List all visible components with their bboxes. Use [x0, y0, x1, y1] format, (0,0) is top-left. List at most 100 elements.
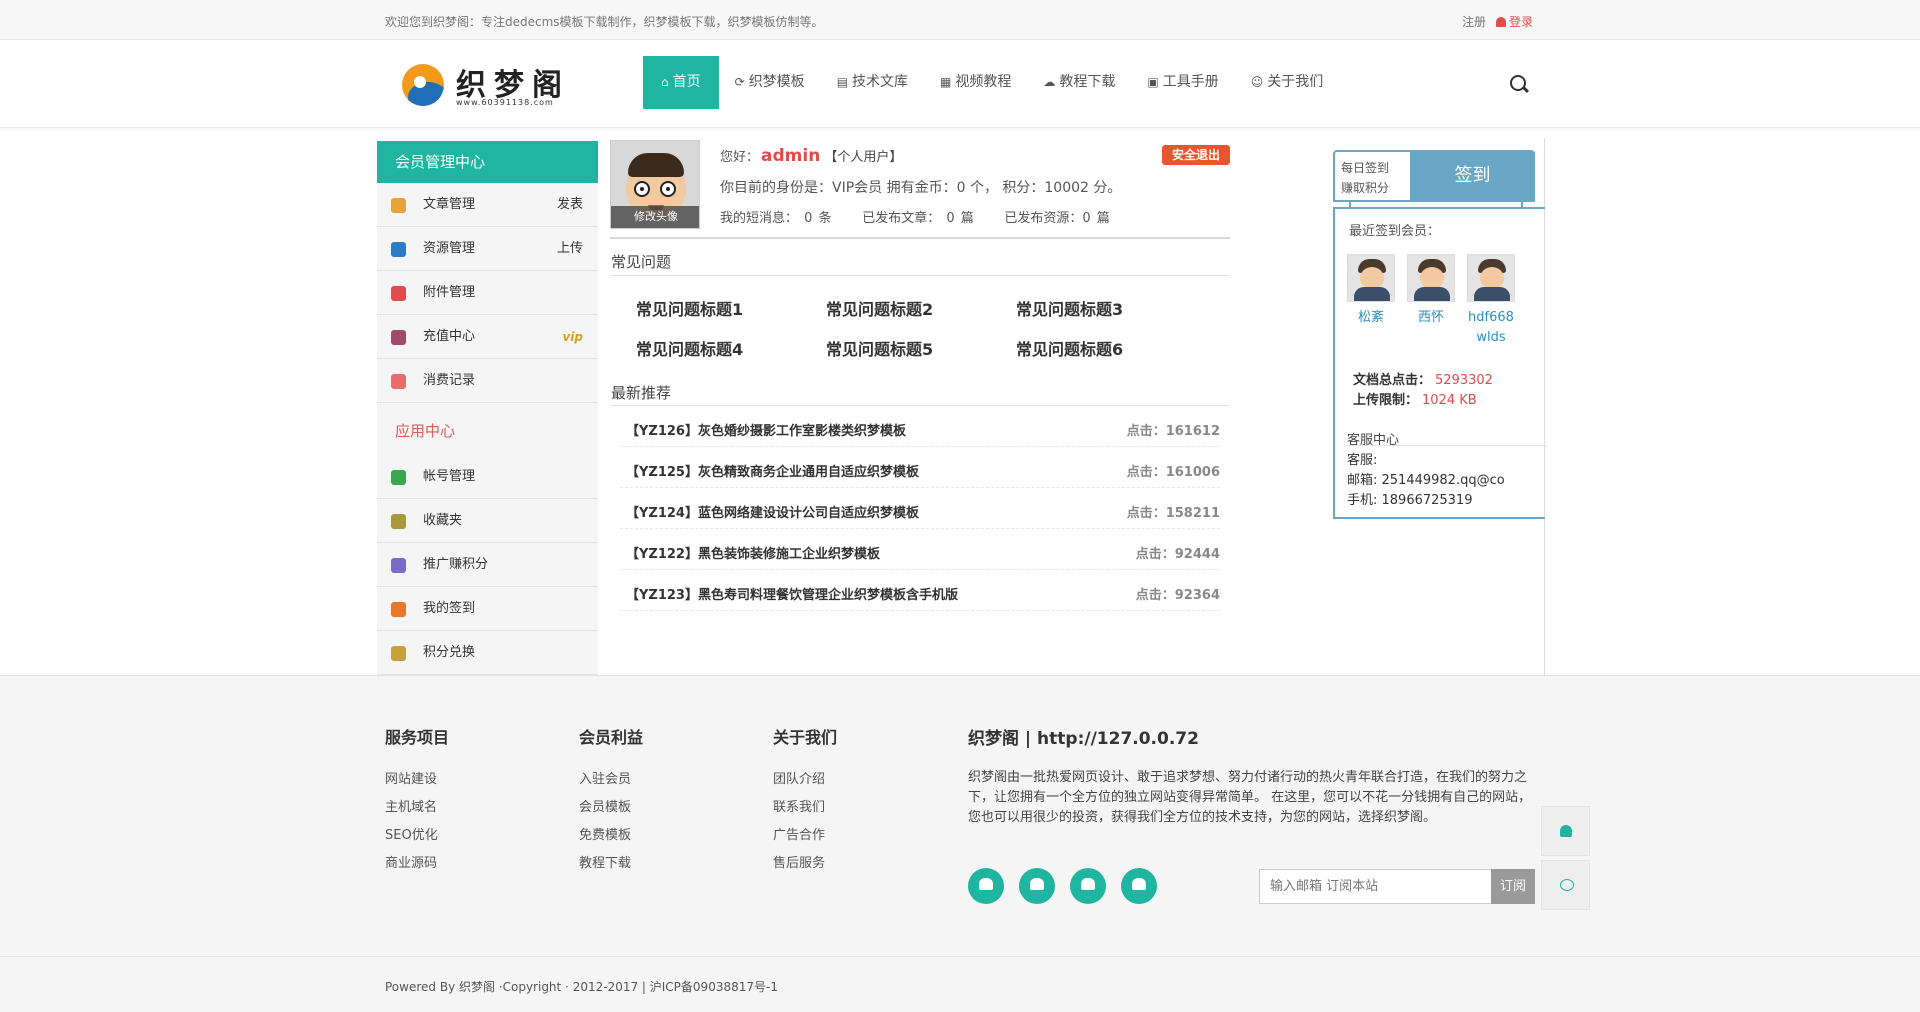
item-title[interactable]: 【YZ122】黑色装饰装修施工企业织梦模板 [626, 543, 880, 562]
list-item[interactable]: 【YZ125】灰色精致商务企业通用自适应织梦模板 点击：161006 [620, 447, 1220, 488]
member-sidebar: 会员管理中心 文章管理 发表 资源管理 上传 附件管理 充值中心 vip 消费记录 应… [377, 141, 598, 675]
register-link[interactable]: 注册 [1462, 13, 1486, 30]
footer-link[interactable]: 团队介绍 [773, 766, 837, 794]
faq-link[interactable]: 常见问题标题1 [636, 296, 743, 320]
footer-col-title: 会员利益 [579, 728, 644, 747]
footer: 服务项目 网站建设 主机域名 SEO优化 商业源码 会员利益 入驻会员 会员模板… [0, 675, 1920, 1012]
copyright: Powered By 织梦阁 ·Copyright · 2012-2017 | … [385, 980, 778, 994]
sidebar-item-attachments[interactable]: 附件管理 [377, 271, 598, 315]
weibo-icon[interactable] [1121, 868, 1157, 904]
file-icon: ▤ [836, 75, 849, 89]
member-avatar[interactable]: 西怀 [1407, 254, 1455, 328]
article-icon [391, 198, 406, 213]
avatar[interactable]: 修改头像 [610, 140, 700, 229]
footer-link[interactable]: 教程下载 [579, 850, 643, 878]
nav-videos[interactable]: ▦ 视频教程 [924, 56, 1027, 109]
nav-downloads[interactable]: ☁ 教程下载 [1027, 56, 1131, 109]
footer-link[interactable]: SEO优化 [385, 822, 449, 850]
nav-manual[interactable]: ▣ 工具手册 [1131, 56, 1234, 109]
login-label: 登录 [1509, 15, 1534, 29]
nav-library[interactable]: ▤ 技术文库 [821, 56, 924, 109]
footer-about-text: 织梦阁由一批热爱网页设计、敢于追求梦想、努力付诸行动的热火青年联合打造，在我们的… [968, 770, 1532, 825]
nav-home[interactable]: ⌂ 首页 [643, 56, 719, 109]
divider [1347, 445, 1547, 446]
faq-link[interactable]: 常见问题标题4 [636, 336, 743, 360]
member-avatar[interactable]: 松紊 [1347, 254, 1395, 328]
sidebar-item-recharge[interactable]: 充值中心 vip [377, 315, 598, 359]
member-name[interactable]: 松紊 [1347, 308, 1395, 328]
wechat-icon[interactable] [1070, 868, 1106, 904]
upload-link[interactable]: 上传 [557, 227, 583, 271]
sidebar-item-exchange[interactable]: 积分兑换 [377, 631, 598, 675]
member-name[interactable]: 西怀 [1407, 308, 1455, 328]
main-nav: ⌂ 首页 ⟳ 织梦模板 ▤ 技术文库 ▦ 视频教程 ☁ 教程下载 ▣ 工具手册 ☺ 关于我们 [643, 56, 1339, 109]
item-clicks: 点击：92444 [1135, 547, 1220, 562]
footer-link[interactable]: 网站建设 [385, 766, 449, 794]
film-icon: ▦ [940, 75, 952, 89]
vip-badge: vip [562, 330, 583, 344]
subscribe-email-input[interactable] [1259, 869, 1492, 904]
footer-link[interactable]: 商业源码 [385, 850, 449, 878]
service-email: 邮箱: 251449982.qq@co [1347, 473, 1505, 488]
footer-link[interactable]: 联系我们 [773, 794, 837, 822]
edit-avatar-button[interactable]: 修改头像 [611, 206, 699, 228]
avatar [1467, 254, 1515, 302]
signin-button[interactable]: 签到 [1410, 152, 1535, 200]
upload-limit-stat: 上传限制： 1024 KB [1353, 389, 1477, 408]
faq-link[interactable]: 常见问题标题2 [826, 296, 933, 320]
sidebar-item-label: 消费记录 [423, 373, 476, 388]
qq-icon[interactable] [968, 868, 1004, 904]
nav-label: 教程下载 [1059, 74, 1116, 90]
item-title[interactable]: 【YZ124】蓝色网络建设设计公司自适应织梦模板 [626, 502, 919, 521]
sidebar-item-checkin[interactable]: 我的签到 [377, 587, 598, 631]
item-title[interactable]: 【YZ125】灰色精致商务企业通用自适应织梦模板 [626, 461, 919, 480]
manual-icon: ▣ [1147, 75, 1159, 89]
faq-link[interactable]: 常见问题标题5 [826, 336, 933, 360]
item-title[interactable]: 【YZ126】灰色婚纱摄影工作室影楼类织梦模板 [626, 420, 906, 439]
greeting: 您好： admin 【个人用户】 [720, 146, 902, 166]
faq-link[interactable]: 常见问题标题3 [1016, 296, 1123, 320]
list-item[interactable]: 【YZ123】黑色寿司料理餐饮管理企业织梦模板含手机版 点击：92364 [620, 570, 1220, 611]
publish-link[interactable]: 发表 [557, 183, 583, 227]
attachment-icon [391, 286, 406, 301]
sidebar-item-promote[interactable]: 推广赚积分 [377, 543, 598, 587]
footer-link[interactable]: 免费模板 [579, 822, 643, 850]
footer-link[interactable]: 入驻会员 [579, 766, 643, 794]
sidebar-item-account[interactable]: 帐号管理 [377, 455, 598, 499]
sidebar-item-label: 我的签到 [423, 601, 476, 616]
site-logo[interactable]: 织梦阁 www.60391138.com [402, 60, 582, 110]
subscribe-button[interactable]: 订阅 [1491, 869, 1535, 904]
footer-link[interactable]: 主机域名 [385, 794, 449, 822]
list-item[interactable]: 【YZ124】蓝色网络建设设计公司自适应织梦模板 点击：158211 [620, 488, 1220, 529]
member-name[interactable]: hdf668 wlds [1467, 308, 1515, 348]
logout-button[interactable]: 安全退出 [1162, 145, 1230, 165]
sidebar-item-label: 充值中心 [423, 329, 476, 344]
nav-about[interactable]: ☺ 关于我们 [1235, 56, 1340, 109]
promote-icon [391, 558, 406, 573]
float-qq-icon[interactable] [1541, 806, 1590, 856]
nav-templates[interactable]: ⟳ 织梦模板 [719, 56, 821, 109]
footer-link[interactable]: 售后服务 [773, 850, 837, 878]
recent-signins-panel: 最近签到会员： 松紊 西怀 hdf668 wlds 文档总点击： 5293302 … [1333, 207, 1547, 519]
header: 织梦阁 www.60391138.com ⌂ 首页 ⟳ 织梦模板 ▤ 技术文库 ▦ 视频… [0, 40, 1920, 128]
mail-icon[interactable] [1019, 868, 1055, 904]
sidebar-item-consumption[interactable]: 消费记录 [377, 359, 598, 403]
sidebar-item-articles[interactable]: 文章管理 发表 [377, 183, 598, 227]
item-title[interactable]: 【YZ123】黑色寿司料理餐饮管理企业织梦模板含手机版 [626, 584, 958, 603]
login-link[interactable]: 登录 [1496, 13, 1533, 30]
member-avatar[interactable]: hdf668 wlds [1467, 254, 1515, 348]
float-chat-icon[interactable] [1541, 860, 1590, 910]
welcome-text: 欢迎您到织梦阁：专注dedecms模板下载制作，织梦模板下载，织梦模板仿制等。 [385, 15, 824, 29]
nav-label: 首页 [672, 74, 701, 90]
user-icon [1496, 17, 1506, 27]
footer-link[interactable]: 广告合作 [773, 822, 837, 850]
footer-link[interactable]: 会员模板 [579, 794, 643, 822]
search-icon[interactable] [1510, 75, 1528, 93]
sidebar-item-resources[interactable]: 资源管理 上传 [377, 227, 598, 271]
faq-link[interactable]: 常见问题标题6 [1016, 336, 1123, 360]
signin-label: 每日签到 赚取积分 [1341, 158, 1411, 198]
list-item[interactable]: 【YZ122】黑色装饰装修施工企业织梦模板 点击：92444 [620, 529, 1220, 570]
sidebar-item-favorites[interactable]: 收藏夹 [377, 499, 598, 543]
nav-label: 视频教程 [955, 74, 1012, 90]
list-item[interactable]: 【YZ126】灰色婚纱摄影工作室影楼类织梦模板 点击：161612 [620, 406, 1220, 447]
